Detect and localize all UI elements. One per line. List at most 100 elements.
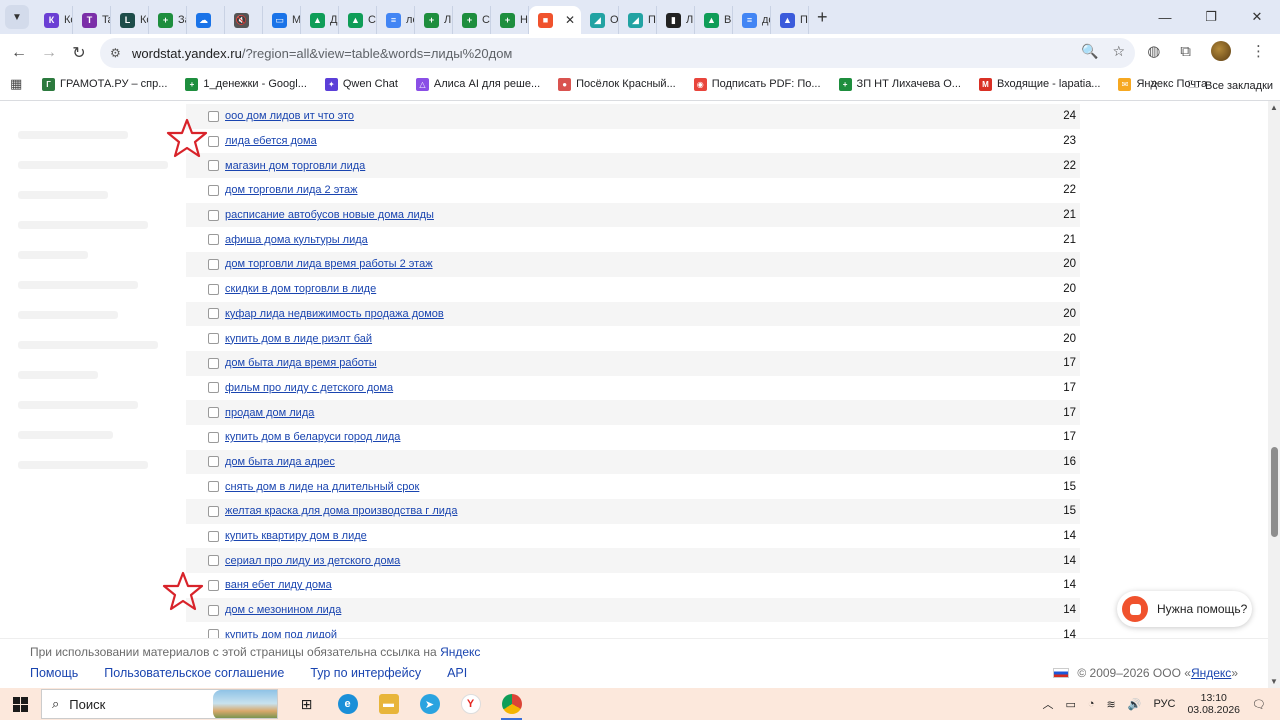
minimize-button[interactable]: — (1142, 0, 1188, 34)
tray-overflow-icon[interactable]: ︿ (1042, 696, 1053, 712)
browser-tab[interactable]: 🔇 (225, 6, 263, 34)
browser-tab[interactable]: T Tag (73, 6, 111, 34)
footer-link[interactable]: Тур по интерфейсу (310, 666, 421, 680)
footer-link[interactable]: Помощь (30, 666, 78, 680)
row-checkbox[interactable] (208, 456, 219, 468)
profile-avatar[interactable] (1211, 41, 1231, 61)
query-phrase-link[interactable]: расписание автобусов новые дома лиды (225, 209, 434, 221)
row-checkbox[interactable] (208, 357, 219, 369)
forward-button[interactable]: → (34, 38, 64, 68)
task-view-icon[interactable]: ⊞ (286, 688, 327, 720)
bookmark-item[interactable]: Г ГРАМОТА.РУ – спр... (42, 77, 167, 91)
browser-tab[interactable]: ≡ лог (377, 6, 415, 34)
bookmarks-more-button[interactable]: » (1150, 74, 1158, 90)
bookmark-item[interactable]: ✦ Qwen Chat (324, 77, 398, 91)
row-checkbox[interactable] (208, 258, 219, 270)
row-checkbox[interactable] (208, 184, 219, 196)
browser-tab[interactable]: К Кон (35, 6, 73, 34)
browser-tab[interactable]: ◢ Оф (581, 6, 619, 34)
maximize-button[interactable]: ❐ (1188, 0, 1234, 34)
row-checkbox[interactable] (208, 555, 219, 567)
scroll-down-arrow[interactable]: ▼ (1270, 677, 1278, 686)
clock[interactable]: 13:10 03.08.2026 (1187, 692, 1240, 716)
start-button[interactable] (0, 688, 40, 720)
row-checkbox[interactable] (208, 431, 219, 443)
browser-tab[interactable]: ▲ Вве (695, 6, 733, 34)
query-phrase-link[interactable]: ваня ебет лиду дома (225, 579, 332, 591)
row-checkbox[interactable] (208, 333, 219, 345)
telegram-icon[interactable]: ➤ (409, 688, 450, 720)
browser-tab[interactable]: + Лич (415, 6, 453, 34)
browser-tab[interactable]: ☁ (187, 6, 225, 34)
copyright-yandex-link[interactable]: Яндекс (1191, 666, 1231, 680)
query-phrase-link[interactable]: дом торговли лида 2 этаж (225, 184, 358, 196)
browser-tab[interactable]: ◢ Пуб (619, 6, 657, 34)
extensions-icon[interactable]: ⧉ (1180, 43, 1191, 60)
query-phrase-link[interactable]: афиша дома культуры лида (225, 234, 368, 246)
query-phrase-link[interactable]: купить дом в лиде риэлт бай (225, 333, 372, 345)
page-scrollbar[interactable]: ▲ ▼ (1268, 101, 1280, 688)
browser-tab[interactable]: ▲ Пан (771, 6, 809, 34)
reload-button[interactable]: ↻ (64, 38, 94, 68)
volume-icon[interactable]: 🔊 (1128, 698, 1142, 711)
taskbar-search[interactable]: ⌕ Поиск (41, 689, 278, 719)
bookmark-item[interactable]: M Входящие - lapatia... (978, 77, 1100, 91)
footer-link[interactable]: API (447, 666, 467, 680)
bookmark-item[interactable]: +1_денежки - Googl... (185, 77, 307, 91)
row-checkbox[interactable] (208, 604, 219, 616)
language-indicator[interactable]: РУС (1153, 698, 1175, 710)
query-phrase-link[interactable]: купить дом в беларуси город лида (225, 431, 400, 443)
help-chat-button[interactable]: Нужна помощь? (1117, 591, 1252, 627)
tab-search-button[interactable]: ▼ (5, 5, 29, 29)
russia-flag-icon[interactable] (1053, 668, 1070, 678)
zoom-search-icon[interactable]: 🔍 (1081, 43, 1098, 60)
query-phrase-link[interactable]: дом быта лида адрес (225, 456, 335, 468)
scroll-up-arrow[interactable]: ▲ (1270, 103, 1278, 112)
query-phrase-link[interactable]: купить дом под лидой (225, 629, 337, 638)
query-phrase-link[interactable]: ооо дом лидов ит что это (225, 110, 354, 122)
row-checkbox[interactable] (208, 481, 219, 493)
browser-tab[interactable]: + Загр (149, 6, 187, 34)
row-checkbox[interactable] (208, 308, 219, 320)
query-phrase-link[interactable]: желтая краска для дома производства г ли… (225, 505, 457, 517)
scroll-thumb[interactable] (1271, 447, 1278, 537)
all-bookmarks-button[interactable]: 🗀 Все закладки (1188, 76, 1273, 95)
yandex-browser-icon[interactable]: Y (450, 688, 491, 720)
bookmark-item[interactable]: ● Посёлок Красный... (558, 77, 676, 91)
bookmark-star-icon[interactable]: ☆ (1112, 43, 1125, 60)
query-phrase-link[interactable]: фильм про лиду с детского дома (225, 382, 393, 394)
tab-close-icon[interactable]: ✕ (565, 13, 575, 27)
chrome-icon[interactable] (491, 688, 532, 720)
wifi-icon[interactable]: ≋ (1107, 698, 1116, 711)
bookmark-item[interactable]: △ Алиса AI для реше... (415, 77, 540, 91)
row-checkbox[interactable] (208, 135, 219, 147)
browser-tab[interactable]: ■ ✕ (529, 6, 581, 34)
row-checkbox[interactable] (208, 234, 219, 246)
query-phrase-link[interactable]: куфар лида недвижимость продажа домов (225, 308, 444, 320)
network-icon[interactable]: ◔ (1088, 698, 1095, 710)
query-phrase-link[interactable]: снять дом в лиде на длительный срок (225, 481, 419, 493)
browser-tab[interactable]: ▲ Дел (301, 6, 339, 34)
browser-tab[interactable]: ▮ Лид (657, 6, 695, 34)
row-checkbox[interactable] (208, 407, 219, 419)
browser-tab[interactable]: ▲ Ста (339, 6, 377, 34)
row-checkbox[interactable] (208, 160, 219, 172)
browser-tab[interactable]: + Нес (491, 6, 529, 34)
apps-grid-icon[interactable]: ▦ (10, 76, 24, 92)
browser-tab[interactable]: + СЯ (453, 6, 491, 34)
back-button[interactable]: ← (4, 38, 34, 68)
url-text[interactable]: wordstat.yandex.ru/?region=all&view=tabl… (132, 46, 512, 61)
yandex-link[interactable]: Яндекс (440, 645, 480, 659)
row-checkbox[interactable] (208, 382, 219, 394)
row-checkbox[interactable] (208, 283, 219, 295)
query-phrase-link[interactable]: дом с мезонином лида (225, 604, 341, 616)
query-phrase-link[interactable]: дом торговли лида время работы 2 этаж (225, 258, 433, 270)
query-phrase-link[interactable]: продам дом лида (225, 407, 314, 419)
query-phrase-link[interactable]: лида ебется дома (225, 135, 317, 147)
battery-icon[interactable]: ▭ (1065, 698, 1075, 711)
row-checkbox[interactable] (208, 629, 219, 638)
translate-icon[interactable]: ◍ (1147, 42, 1160, 60)
address-bar[interactable]: ⚙ wordstat.yandex.ru/?region=all&view=ta… (100, 38, 1135, 68)
row-checkbox[interactable] (208, 110, 219, 122)
close-window-button[interactable]: ✕ (1234, 0, 1280, 34)
